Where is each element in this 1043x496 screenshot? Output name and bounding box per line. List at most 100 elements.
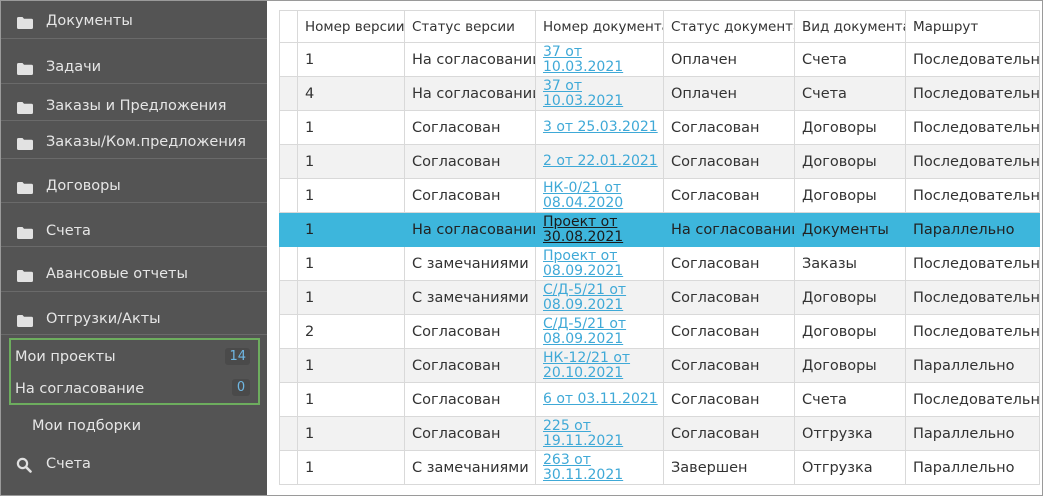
- my-projects-count-badge: 14: [225, 348, 250, 365]
- row-selector[interactable]: [279, 110, 298, 145]
- document-link[interactable]: 37 от 10.03.2021: [543, 78, 663, 109]
- cell-document-status: Согласован: [663, 144, 795, 179]
- column-header-document-status[interactable]: Статус документа: [663, 10, 795, 43]
- sidebar-item-7[interactable]: Авансовые отчеты: [1, 247, 267, 292]
- cell-version: 1: [297, 212, 405, 247]
- main-panel: Номер версии Статус версии Номер докумен…: [267, 1, 1042, 495]
- cell-route: Последовательно: [905, 76, 1040, 111]
- sidebar-item-5[interactable]: Договоры: [1, 159, 267, 203]
- document-link[interactable]: Проект от 08.09.2021: [543, 248, 663, 279]
- row-selector[interactable]: [279, 416, 298, 451]
- on-approval-item[interactable]: На согласование: [15, 381, 144, 397]
- document-link[interactable]: Проект от 30.08.2021: [543, 214, 663, 245]
- table-row[interactable]: 1С замечаниями С/Д-5/21 от 08.09.2021 Согла…: [279, 280, 1040, 315]
- cell-document-status: Согласован: [663, 348, 795, 383]
- row-selector[interactable]: [279, 212, 298, 247]
- sidebar-item-label: Договоры: [46, 178, 121, 194]
- approvals-table: Номер версии Статус версии Номер докумен…: [279, 10, 1040, 485]
- table-row[interactable]: 1 Согласован НК-0/21 от 08.04.2020 Согласова…: [279, 178, 1040, 213]
- table-row[interactable]: 1 На согласовании 37 от 10.03.2021 Оплачен Сч…: [279, 42, 1040, 77]
- table-row[interactable]: 1 Согласован 225 от 19.11.2021 Согласован Отг…: [279, 416, 1040, 451]
- cell-version-status: Согласован: [404, 416, 536, 451]
- table-row[interactable]: 1 Согласован 3 от 25.03.2021 Согласован Дого…: [279, 110, 1040, 145]
- sidebar-item-label: Документы: [46, 13, 133, 29]
- document-link-line1: 3 от 25.03.2021: [543, 119, 658, 135]
- row-selector[interactable]: [279, 178, 298, 213]
- cell-document-status: Завершен: [663, 450, 795, 485]
- sidebar-item-4[interactable]: Заказы/Ком.предложения: [1, 121, 267, 159]
- document-link[interactable]: НК-0/21 от 08.04.2020: [543, 179, 663, 211]
- sidebar-item-3[interactable]: Заказы и Предложения: [1, 84, 267, 121]
- cell-version: 1: [297, 416, 405, 451]
- table-row[interactable]: 1 Согласован НК-12/21 от 20.10.2021 Согласов…: [279, 348, 1040, 383]
- sidebar-item-1[interactable]: Документы: [1, 1, 267, 39]
- cell-document-status: Оплачен: [663, 76, 795, 111]
- row-selector[interactable]: [279, 280, 298, 315]
- on-approval-count-badge: 0: [232, 379, 250, 396]
- table-row[interactable]: 4 На согласовании 37 от 10.03.2021 Оплачен Сч…: [279, 76, 1040, 111]
- document-link[interactable]: С/Д-5/21 от 08.09.2021: [543, 282, 663, 313]
- document-link[interactable]: НК-12/21 от 20.10.2021: [543, 350, 663, 381]
- row-selector[interactable]: [279, 144, 298, 179]
- document-link[interactable]: 6 от 03.11.2021: [543, 392, 663, 407]
- column-header-document-number[interactable]: Номер документа: [535, 10, 664, 43]
- column-header-document-type[interactable]: Вид документа: [794, 10, 906, 43]
- document-link[interactable]: 37 от 10.03.2021: [543, 44, 663, 75]
- table-row[interactable]: 1 Согласован 6 от 03.11.2021 Согласован Счет…: [279, 382, 1040, 417]
- document-link[interactable]: 2 от 22.01.2021: [543, 154, 663, 169]
- my-selections-item[interactable]: Мои подборки: [32, 418, 141, 434]
- my-projects-item[interactable]: Мои проекты: [15, 349, 116, 365]
- cell-document-type: Договоры: [794, 178, 906, 213]
- cell-document-type: Отгрузка: [794, 450, 906, 485]
- cell-document-number: С/Д-5/21 от 08.09.2021: [535, 314, 664, 349]
- cell-document-status: Согласован: [663, 416, 795, 451]
- document-link-line2: 08.09.2021: [543, 330, 624, 347]
- column-header-version[interactable]: Номер версии: [297, 10, 405, 43]
- row-selector[interactable]: [279, 348, 298, 383]
- table-row[interactable]: 1 На согласовании Проект от 30.08.2021 На со…: [279, 212, 1040, 247]
- cell-version-status: Согласован: [404, 348, 536, 383]
- cell-document-status: Согласован: [663, 246, 795, 281]
- cell-document-type: Договоры: [794, 348, 906, 383]
- cell-document-type: Заказы: [794, 246, 906, 281]
- cell-version-status: С замечаниями: [404, 450, 536, 485]
- document-link-line1: 2 от 22.01.2021: [543, 153, 658, 169]
- document-link[interactable]: 3 от 25.03.2021: [543, 120, 663, 135]
- document-link-line1: НК-0/21 от: [543, 179, 622, 196]
- table-row[interactable]: 1С замечаниями Проект от 08.09.2021 Согласо…: [279, 246, 1040, 281]
- document-link[interactable]: С/Д-5/21 от 08.09.2021: [543, 316, 663, 347]
- sidebar-item-2[interactable]: Задачи: [1, 39, 267, 84]
- cell-version-status: Согласован: [404, 314, 536, 349]
- saved-search-item[interactable]: Счета: [1, 450, 267, 480]
- sidebar-item-6[interactable]: Счета: [1, 203, 267, 247]
- row-selector[interactable]: [279, 42, 298, 77]
- row-selector[interactable]: [279, 246, 298, 281]
- row-selector[interactable]: [279, 450, 298, 485]
- cell-document-status: Согласован: [663, 382, 795, 417]
- column-header-route[interactable]: Маршрут: [905, 10, 1040, 43]
- cell-route: Последовательно: [905, 110, 1040, 145]
- cell-document-number: 37 от 10.03.2021: [535, 76, 664, 111]
- cell-document-type: Документы: [794, 212, 906, 247]
- folder-icon: [17, 315, 33, 327]
- table-row[interactable]: 1С замечаниями 263 от 30.11.2021 Завершен От…: [279, 450, 1040, 485]
- row-selector[interactable]: [279, 382, 298, 417]
- row-selector[interactable]: [279, 314, 298, 349]
- cell-document-type: Договоры: [794, 110, 906, 145]
- cell-version: 1: [297, 382, 405, 417]
- cell-version: 1: [297, 42, 405, 77]
- row-selector-header: [279, 10, 298, 43]
- sidebar-item-8[interactable]: Отгрузки/Акты: [1, 292, 267, 335]
- cell-route: Последовательно: [905, 42, 1040, 77]
- row-selector[interactable]: [279, 76, 298, 111]
- column-header-version-status[interactable]: Статус версии: [404, 10, 536, 43]
- document-link[interactable]: 225 от 19.11.2021: [543, 418, 663, 449]
- table-row[interactable]: 2 Согласован С/Д-5/21 от 08.09.2021 Согласов…: [279, 314, 1040, 349]
- document-link[interactable]: 263 от 30.11.2021: [543, 451, 663, 483]
- cell-route: Параллельно: [905, 450, 1040, 485]
- table-row[interactable]: 1 Согласован 2 от 22.01.2021 Согласован Дого…: [279, 144, 1040, 179]
- sidebar: Документы Задачи Заказы и Предложения Заказ…: [1, 1, 267, 495]
- document-link-line1: 263 от: [543, 451, 591, 468]
- cell-route: Последовательно: [905, 178, 1040, 213]
- cell-version: 1: [297, 178, 405, 213]
